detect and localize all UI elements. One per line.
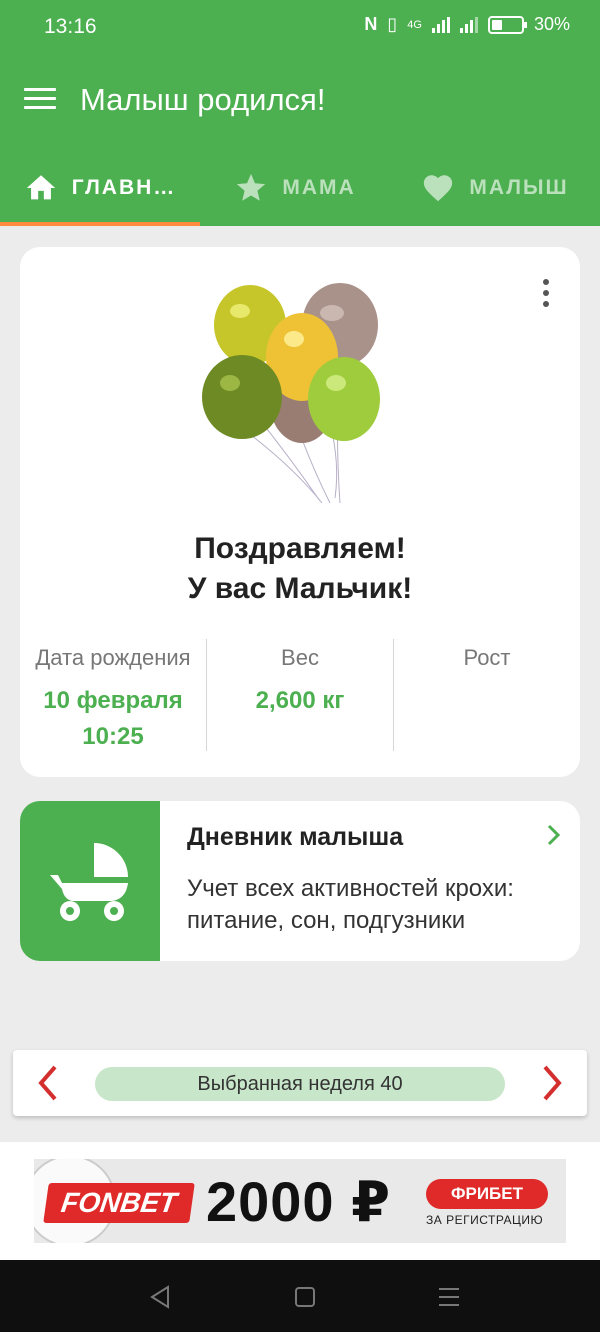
home-nav-icon[interactable] <box>292 1284 318 1310</box>
battery-percent: 30% <box>533 14 570 34</box>
chevron-right-icon <box>547 824 561 846</box>
diary-icon-box <box>20 801 160 961</box>
congrats-line-1: Поздравляем! <box>194 532 406 565</box>
recents-icon[interactable] <box>436 1284 462 1310</box>
tab-mom-label: МАМА <box>282 176 356 199</box>
stat-label: Рост <box>463 645 511 670</box>
selected-week-label: Выбранная неделя 40 <box>95 1067 505 1101</box>
nfc-icon: N <box>364 14 378 34</box>
battery-icon <box>487 15 527 34</box>
tab-main[interactable]: ГЛАВН… <box>0 150 200 226</box>
week-selector: Выбранная неделя 40 <box>13 1050 587 1116</box>
stat-label: Вес <box>281 645 319 670</box>
ad-amount: 2000 ₽ <box>206 1170 392 1233</box>
stat-weight: Вес 2,600 кг <box>206 639 393 751</box>
stroller-icon <box>50 843 128 921</box>
ad-banner[interactable]: FONBET 2000 ₽ ФРИБЕТ ЗА РЕГИСТРАЦИЮ <box>34 1159 566 1243</box>
tab-mom[interactable]: МАМА <box>200 150 390 226</box>
ad-strip: FONBET 2000 ₽ ФРИБЕТ ЗА РЕГИСТРАЦИЮ <box>0 1142 600 1260</box>
signal-icon <box>431 16 450 33</box>
tab-baby-label: МАЛЫШ <box>469 176 569 199</box>
stat-height: Рост <box>393 639 580 751</box>
next-week-icon[interactable] <box>537 1064 567 1102</box>
home-icon <box>26 175 55 200</box>
congrats-line-2: У вас Мальчик! <box>187 572 413 605</box>
vibrate-icon: ▯ <box>387 14 398 34</box>
diary-description: Учет всех активностей крохи: питание, со… <box>187 875 514 934</box>
menu-icon[interactable] <box>24 88 56 114</box>
stat-birth-date: Дата рождения 10 февраля 10:25 <box>20 639 206 751</box>
star-icon <box>237 173 266 201</box>
heart-icon <box>424 175 453 202</box>
tab-bar: ГЛАВН… МАМА МАЛЫШ <box>0 150 600 226</box>
tab-indicator <box>0 222 200 226</box>
stat-label: Дата рождения <box>35 645 191 670</box>
diary-title: Дневник малыша <box>187 823 404 851</box>
weight-value: 2,600 кг <box>255 687 345 714</box>
system-nav-bar <box>0 1260 600 1332</box>
app-bar: Малыш родился! <box>0 54 600 150</box>
status-time: 13:16 <box>44 15 97 38</box>
stat-value: 10 февраля 10:25 <box>20 683 206 755</box>
ad-badge: ФРИБЕТ <box>426 1179 548 1209</box>
ad-brand-logo: FONBET <box>43 1183 195 1223</box>
status-icons: N ▯ 4G 30% <box>364 14 570 35</box>
page-title: Малыш родился! <box>80 82 326 117</box>
prev-week-icon[interactable] <box>33 1064 63 1102</box>
ad-subtitle: ЗА РЕГИСТРАЦИЮ <box>426 1213 544 1227</box>
balloons-image <box>202 283 380 504</box>
tab-main-label: ГЛАВН… <box>71 176 177 199</box>
birth-date-value: 10 февраля <box>43 687 183 714</box>
birth-time-value: 10:25 <box>82 723 144 750</box>
back-icon[interactable] <box>148 1284 174 1310</box>
baby-diary-card[interactable]: Дневник малыша Учет всех активностей кро… <box>20 801 580 961</box>
signal-2-icon <box>459 16 478 33</box>
congrats-text: Поздравляем! У вас Мальчик! <box>20 529 580 609</box>
tab-baby[interactable]: МАЛЫШ <box>390 150 600 226</box>
birth-stats: Дата рождения 10 февраля 10:25 Вес 2,600… <box>20 639 580 751</box>
more-vert-icon[interactable] <box>534 279 558 309</box>
status-bar: 13:16 N ▯ 4G 30% <box>0 0 600 54</box>
birth-card: Поздравляем! У вас Мальчик! Дата рождени… <box>20 247 580 777</box>
network-type-label: 4G <box>407 18 422 31</box>
